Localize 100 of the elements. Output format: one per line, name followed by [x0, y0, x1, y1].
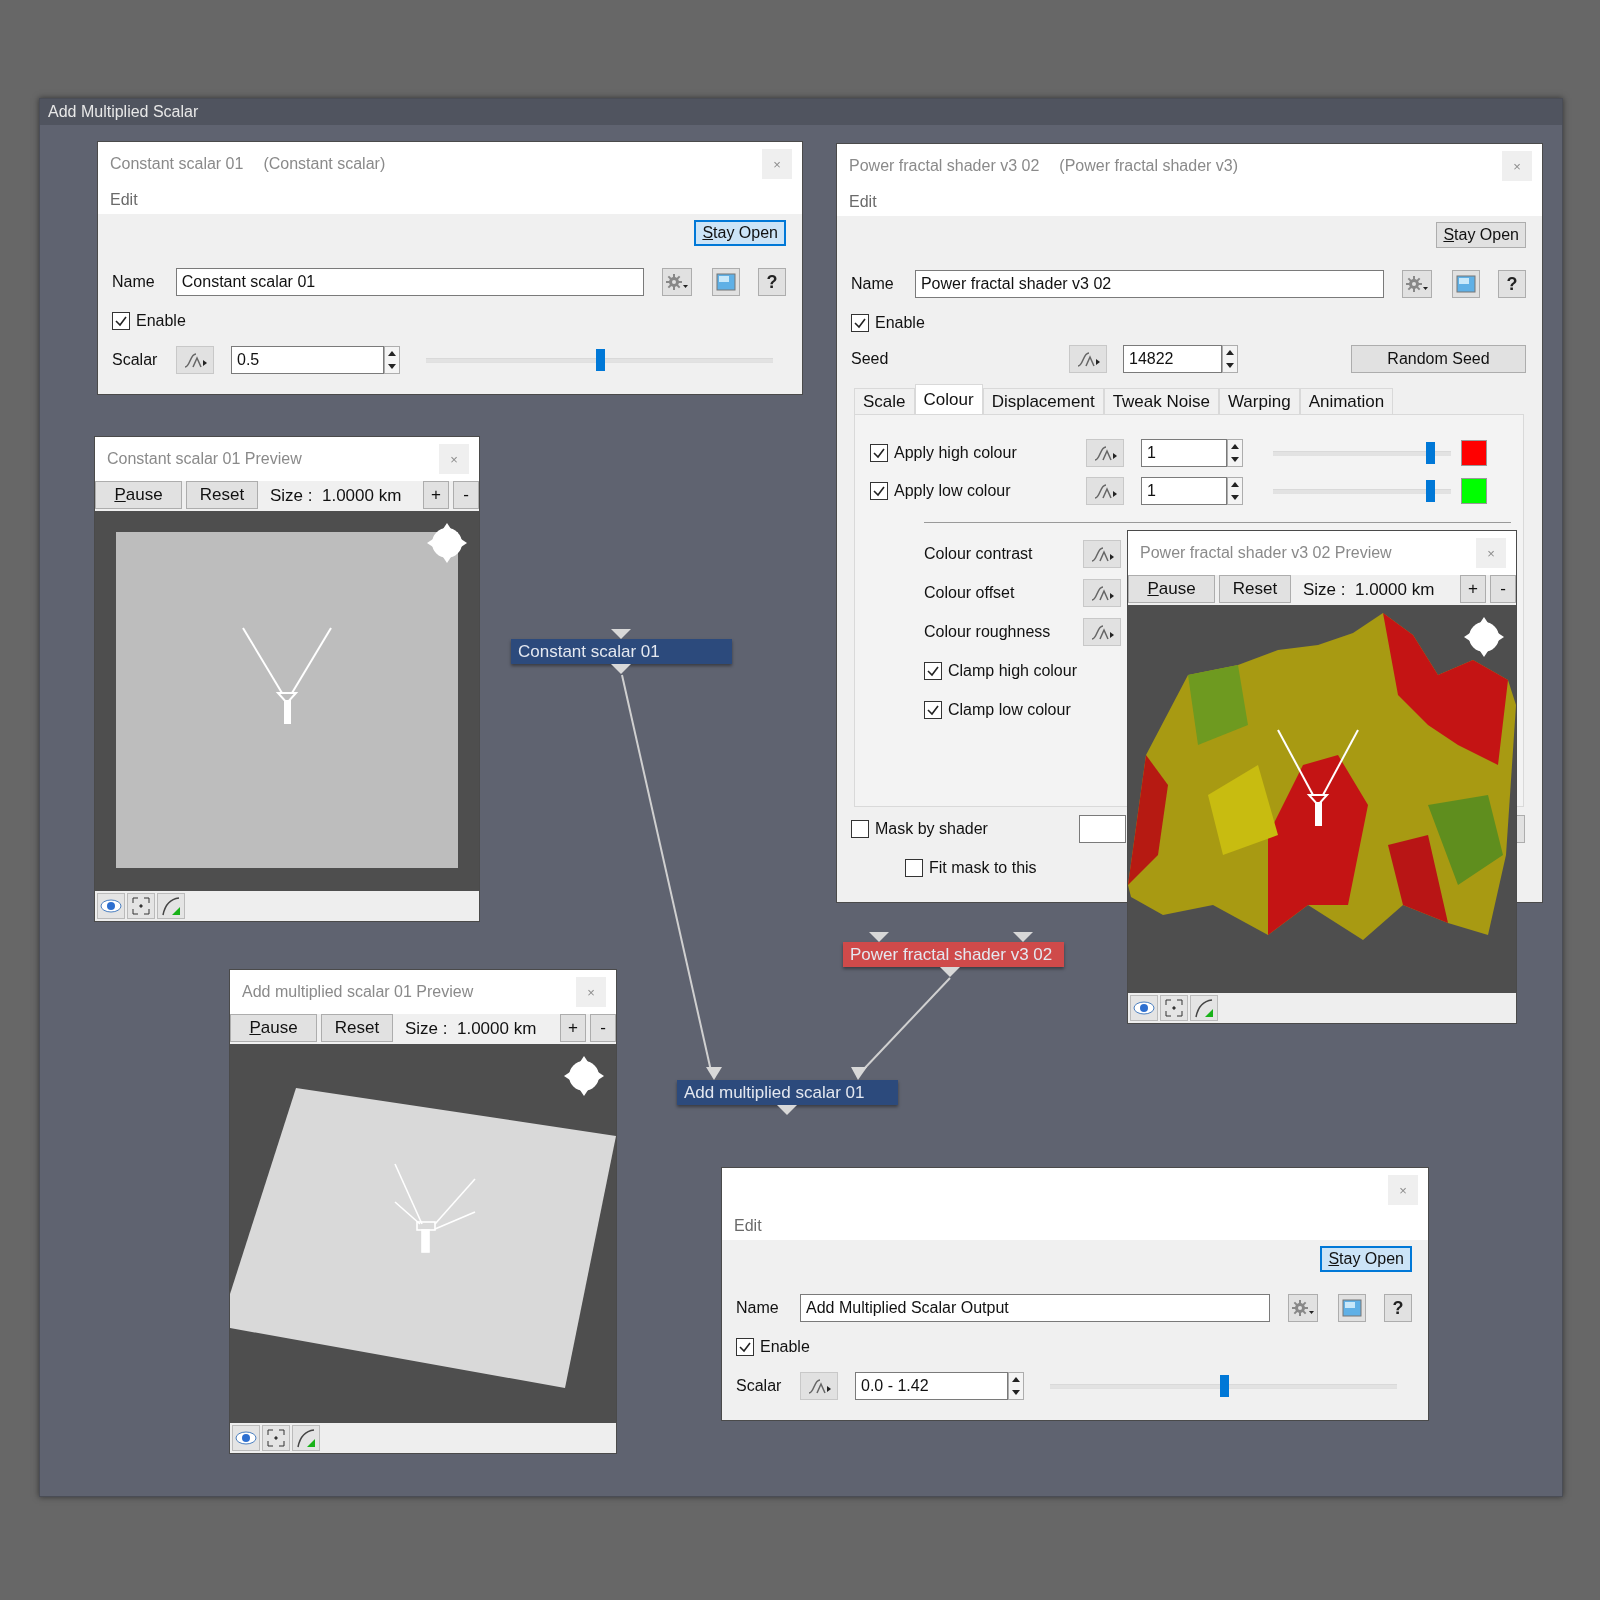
- reset-button[interactable]: Reset: [321, 1014, 393, 1042]
- random-seed-button[interactable]: Random Seed: [1351, 345, 1526, 373]
- zoom-in-button[interactable]: +: [423, 481, 449, 509]
- preview-button[interactable]: [1338, 1294, 1366, 1322]
- compass-icon[interactable]: [1462, 615, 1506, 659]
- scalar-field[interactable]: 0.5: [231, 346, 384, 374]
- slider-thumb[interactable]: [1219, 1375, 1229, 1397]
- name-field[interactable]: Constant scalar 01: [175, 268, 645, 296]
- settings-button[interactable]: [1402, 270, 1433, 298]
- function-button[interactable]: [1086, 477, 1124, 505]
- function-curve-icon: [806, 1377, 832, 1395]
- zoom-in-button[interactable]: +: [560, 1014, 586, 1042]
- function-button[interactable]: [176, 346, 214, 374]
- function-button[interactable]: [1083, 617, 1121, 646]
- tab[interactable]: Warping: [1218, 388, 1300, 414]
- parameter-label: Colour offset: [924, 583, 1016, 602]
- reset-button[interactable]: Reset: [1219, 575, 1291, 603]
- stay-open-button[interactable]: Stay Open: [1320, 1246, 1412, 1272]
- help-button[interactable]: ?: [1498, 270, 1526, 298]
- slider-thumb[interactable]: [1425, 442, 1435, 464]
- name-label: Name: [851, 275, 895, 293]
- spinner-control[interactable]: [1222, 345, 1238, 373]
- zoom-in-button[interactable]: +: [1460, 575, 1486, 603]
- graph-node[interactable]: Constant scalar 01: [511, 639, 732, 664]
- function-button[interactable]: [800, 1372, 838, 1400]
- name-field[interactable]: Add Multiplied Scalar Output: [800, 1294, 1270, 1322]
- enable-checkbox[interactable]: Enable: [736, 1335, 810, 1359]
- spinner-control[interactable]: [1227, 439, 1243, 467]
- colour-checkbox[interactable]: Apply high colour: [870, 441, 1086, 465]
- help-button[interactable]: ?: [758, 268, 786, 296]
- clamp-checkbox[interactable]: Clamp low colour: [924, 697, 1071, 722]
- preview-button[interactable]: [1452, 270, 1481, 298]
- settings-button[interactable]: [662, 268, 693, 296]
- curve-icon[interactable]: [157, 893, 185, 919]
- enable-checkbox[interactable]: Enable: [851, 311, 925, 335]
- edit-menu[interactable]: Edit: [734, 1217, 766, 1235]
- colour-value-field[interactable]: 1: [1141, 439, 1227, 467]
- eye-icon[interactable]: [232, 1425, 260, 1451]
- focus-frame-icon[interactable]: [1160, 995, 1188, 1021]
- tab[interactable]: Animation: [1299, 388, 1394, 414]
- clamp-checkbox[interactable]: Clamp high colour: [924, 658, 1077, 683]
- spinner-control[interactable]: [1227, 477, 1243, 505]
- fit-mask-checkbox[interactable]: Fit mask to this: [905, 856, 1037, 880]
- settings-button[interactable]: [1288, 1294, 1318, 1322]
- parameter-label: Colour roughness: [924, 622, 1052, 641]
- function-curve-icon: [1092, 444, 1118, 462]
- name-label: Name: [736, 1299, 780, 1317]
- monitor-icon: [1342, 1299, 1362, 1317]
- stay-open-button[interactable]: Stay Open: [694, 220, 786, 246]
- pause-button[interactable]: Pause: [230, 1014, 317, 1042]
- slider-thumb[interactable]: [595, 349, 605, 371]
- function-button[interactable]: [1083, 578, 1121, 607]
- name-field[interactable]: Power fractal shader v3 02: [914, 270, 1385, 298]
- colour-value-field[interactable]: 1: [1141, 477, 1227, 505]
- mask-checkbox[interactable]: Mask by shader: [851, 817, 1079, 841]
- tab[interactable]: Displacement: [982, 388, 1104, 414]
- eye-icon[interactable]: [1130, 995, 1158, 1021]
- colour-swatch[interactable]: [1461, 440, 1487, 466]
- tab[interactable]: Tweak Noise: [1103, 388, 1219, 414]
- reset-button[interactable]: Reset: [186, 481, 258, 509]
- compass-icon[interactable]: [425, 521, 469, 565]
- curve-icon[interactable]: [1190, 995, 1218, 1021]
- edit-menu[interactable]: Edit: [110, 191, 142, 209]
- graph-node[interactable]: Add multiplied scalar 01: [677, 1080, 898, 1105]
- function-button[interactable]: [1086, 439, 1124, 467]
- graph-node[interactable]: Power fractal shader v3 02: [843, 942, 1064, 967]
- colour-checkbox[interactable]: Apply low colour: [870, 479, 1086, 503]
- edit-menu[interactable]: Edit: [849, 193, 881, 211]
- pause-button[interactable]: Pause: [95, 481, 182, 509]
- spinner-control[interactable]: [1008, 1372, 1024, 1400]
- preview-title: Constant scalar 01 Preview: [107, 450, 302, 468]
- tab[interactable]: Colour: [914, 384, 983, 414]
- focus-frame-icon[interactable]: [262, 1425, 290, 1451]
- focus-frame-icon[interactable]: [127, 893, 155, 919]
- seed-field[interactable]: 14822: [1123, 345, 1222, 373]
- scalar-field[interactable]: 0.0 - 1.42: [855, 1372, 1008, 1400]
- function-button[interactable]: [1083, 539, 1121, 568]
- function-curve-icon: [1089, 622, 1115, 641]
- checkmark-icon: [853, 316, 867, 330]
- tab[interactable]: Scale: [854, 388, 915, 414]
- zoom-out-button[interactable]: -: [453, 481, 479, 509]
- function-button[interactable]: [1069, 345, 1107, 373]
- zoom-out-button[interactable]: -: [1490, 575, 1516, 603]
- compass-icon[interactable]: [562, 1054, 606, 1098]
- slider-thumb[interactable]: [1425, 480, 1435, 502]
- dialog-subtitle: (Constant scalar): [263, 155, 386, 173]
- settings-icon: [1405, 274, 1430, 294]
- function-curve-icon: [182, 351, 208, 369]
- curve-icon[interactable]: [292, 1425, 320, 1451]
- colour-swatch[interactable]: [1461, 478, 1487, 504]
- stay-open-button[interactable]: Stay Open: [1436, 222, 1526, 248]
- mask-shader-field[interactable]: [1079, 815, 1126, 843]
- help-button[interactable]: ?: [1384, 1294, 1412, 1322]
- monitor-icon: [716, 273, 737, 291]
- preview-button[interactable]: [712, 268, 741, 296]
- spinner-control[interactable]: [384, 346, 400, 374]
- enable-checkbox[interactable]: Enable: [112, 309, 186, 333]
- eye-icon[interactable]: [97, 893, 125, 919]
- pause-button[interactable]: Pause: [1128, 575, 1215, 603]
- zoom-out-button[interactable]: -: [590, 1014, 616, 1042]
